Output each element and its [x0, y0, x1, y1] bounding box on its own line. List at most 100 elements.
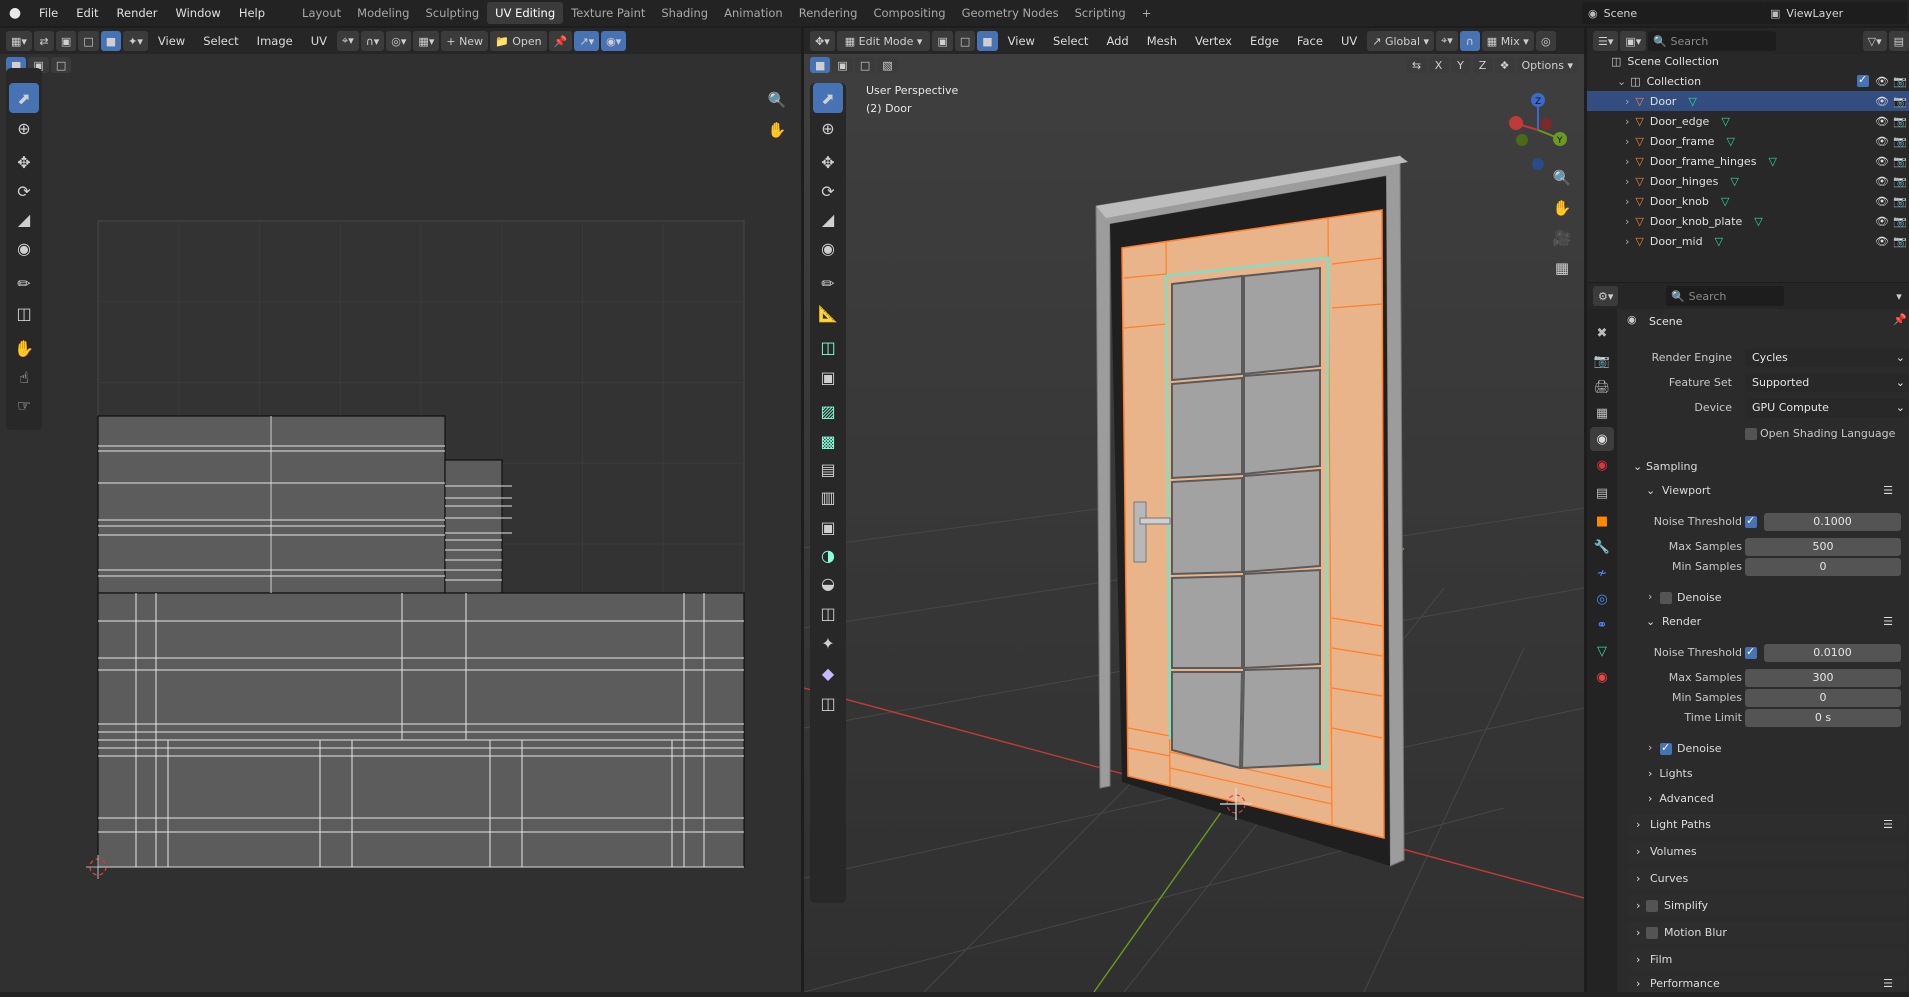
camera-icon[interactable]: 📷 [1893, 75, 1907, 88]
viewport-denoise-checkbox[interactable] [1660, 592, 1672, 604]
chevron-right-icon[interactable]: › [1648, 741, 1652, 754]
mesh-data-icon[interactable]: ▽ [1721, 195, 1729, 208]
lights-subpanel[interactable]: › Lights [1648, 767, 1693, 780]
poly-build-tool-icon[interactable]: ▣ [813, 512, 843, 542]
editor-type-icon[interactable]: ☰▾ [1593, 31, 1619, 51]
inset-tool-icon[interactable]: ▨ [813, 396, 843, 426]
proportional-mix-selector[interactable]: ▦ Mix ▾ [1481, 31, 1534, 51]
modifier-tab-icon[interactable]: 🔧 [1590, 535, 1614, 559]
select-box-tool-icon[interactable]: ⬈ [813, 83, 843, 113]
vp-menu-face[interactable]: Face [1289, 34, 1331, 48]
list-icon[interactable]: ☰ [1883, 976, 1893, 992]
scene-tab-icon[interactable]: ◉ [1590, 427, 1614, 451]
pan-hand-icon[interactable]: ✋ [1548, 194, 1576, 222]
move-tool-icon[interactable]: ✥ [813, 147, 843, 177]
viewport-max-samples-field[interactable]: 500 [1745, 538, 1901, 556]
viewport-noise-threshold-checkbox[interactable] [1745, 514, 1757, 528]
vp-menu-add[interactable]: Add [1098, 34, 1136, 48]
scale-tool-icon[interactable]: ◢ [813, 204, 843, 234]
properties-search-input[interactable]: 🔍 Search [1666, 286, 1785, 306]
outliner-row[interactable]: › ▽ Door_knob_plate ▽ 👁 📷 [1587, 211, 1909, 231]
menu-edit[interactable]: Edit [67, 0, 107, 26]
outliner-row[interactable]: › ▽ Door_knob ▽ 👁 📷 [1587, 191, 1909, 211]
scene-selector[interactable]: ◉ Scene [1582, 2, 1765, 24]
particles-tab-icon[interactable]: ≁ [1590, 561, 1614, 585]
annotate-tool-icon[interactable]: ✏ [813, 268, 843, 298]
mode-selector[interactable]: ▦ Edit Mode ▾ [836, 31, 931, 51]
transform-tool-icon[interactable]: ◉ [813, 233, 843, 263]
chevron-right-icon[interactable]: › [1625, 195, 1629, 208]
render-engine-select[interactable]: Cycles ⌄ [1745, 349, 1909, 367]
mirror-icon[interactable]: ⇆ [1406, 57, 1427, 73]
simplify-checkbox[interactable] [1646, 900, 1658, 912]
tab-shading[interactable]: Shading [653, 2, 716, 24]
add-workspace-button[interactable]: + [1134, 2, 1160, 24]
volumes-panel-header[interactable]: › Volumes [1628, 841, 1907, 863]
chevron-right-icon[interactable]: › [1625, 235, 1629, 248]
auto-merge-icon[interactable]: ❖ [1494, 57, 1515, 73]
tab-rendering[interactable]: Rendering [791, 2, 866, 24]
material-tab-icon[interactable]: ◉ [1590, 665, 1614, 689]
camera-icon[interactable]: 📷 [1893, 155, 1907, 168]
viewport-noise-threshold-field[interactable]: 0.1000 [1764, 513, 1901, 531]
eye-icon[interactable]: 👁 [1875, 175, 1889, 188]
advanced-subpanel[interactable]: › Advanced [1648, 792, 1714, 805]
render-noise-threshold-field[interactable]: 0.0100 [1764, 644, 1901, 662]
vp-menu-edge[interactable]: Edge [1242, 34, 1287, 48]
eye-icon[interactable]: 👁 [1875, 215, 1889, 228]
tab-scripting[interactable]: Scripting [1067, 2, 1134, 24]
chevron-right-icon[interactable]: › [1625, 95, 1629, 108]
rip-region-tool-icon[interactable]: ◫ [813, 688, 843, 718]
menu-render[interactable]: Render [108, 0, 167, 26]
mirror-z-toggle[interactable]: Z [1472, 57, 1493, 73]
time-limit-field[interactable]: 0 s [1745, 709, 1901, 727]
eye-icon[interactable]: 👁 [1875, 155, 1889, 168]
camera-icon[interactable]: 📷 [1893, 95, 1907, 108]
chevron-right-icon[interactable]: › [1625, 175, 1629, 188]
mesh-data-icon[interactable]: ▽ [1715, 235, 1723, 248]
vp-menu-mesh[interactable]: Mesh [1139, 34, 1185, 48]
editor-type-icon[interactable]: ✥▾ [810, 31, 835, 51]
mirror-y-toggle[interactable]: Y [1450, 57, 1471, 73]
uv-canvas[interactable] [0, 28, 801, 992]
outliner-row[interactable]: › ▽ Door_edge ▽ 👁 📷 [1587, 111, 1909, 131]
collection-row[interactable]: ⌄ ◫ Collection 👁 📷 [1587, 71, 1909, 91]
viewport-min-samples-field[interactable]: 0 [1745, 558, 1901, 576]
device-select[interactable]: GPU Compute ⌄ [1745, 399, 1909, 417]
eye-icon[interactable]: 👁 [1875, 95, 1889, 108]
eye-icon[interactable]: 👁 [1875, 235, 1889, 248]
camera-icon[interactable]: 📷 [1893, 235, 1907, 248]
render-noise-threshold-checkbox[interactable] [1745, 645, 1757, 659]
measure-tool-icon[interactable]: 📐 [813, 298, 843, 328]
pivot-icon[interactable]: ⌖▾ [1436, 31, 1458, 51]
chevron-right-icon[interactable]: › [1625, 115, 1629, 128]
outliner-row[interactable]: › ▽ Door ▽ 👁 📷 [1587, 91, 1909, 111]
chevron-right-icon[interactable]: › [1625, 155, 1629, 168]
constraints-tab-icon[interactable]: ⚭ [1590, 613, 1614, 637]
eye-icon[interactable]: 👁 [1875, 115, 1889, 128]
curves-panel-header[interactable]: › Curves [1628, 868, 1907, 890]
mesh-data-icon[interactable]: ▽ [1730, 175, 1738, 188]
eye-icon[interactable]: 👁 [1875, 135, 1889, 148]
mesh-data-icon[interactable]: ▽ [1768, 155, 1776, 168]
shrink-fatten-tool-icon[interactable]: ✦ [813, 628, 843, 658]
mesh-data-icon[interactable]: ▽ [1754, 215, 1762, 228]
edge-select-icon[interactable]: □ [954, 31, 976, 51]
light-paths-panel-header[interactable]: › Light Paths ☰ [1628, 814, 1907, 836]
rotate-tool-icon[interactable]: ⟳ [813, 176, 843, 206]
shear-tool-icon[interactable]: ◆ [813, 658, 843, 688]
camera-icon[interactable]: 📷 [1893, 175, 1907, 188]
viewport-subpanel-header[interactable]: ⌄ Viewport ☰ [1640, 480, 1907, 502]
simplify-panel-header[interactable]: › Simplify [1628, 895, 1907, 917]
list-icon[interactable]: ☰ [1883, 611, 1893, 633]
navigation-gizmo[interactable]: Z Y [1492, 86, 1582, 176]
camera-icon[interactable]: 📷 [1893, 115, 1907, 128]
camera-icon[interactable]: 📷 [1893, 195, 1907, 208]
menu-file[interactable]: File [30, 0, 67, 26]
viewlayer-selector[interactable]: ▣ ViewLayer [1764, 2, 1907, 24]
smooth-tool-icon[interactable]: ◒ [813, 568, 843, 598]
render-subpanel-header[interactable]: ⌄ Render ☰ [1640, 611, 1907, 633]
vp-menu-vertex[interactable]: Vertex [1187, 34, 1240, 48]
render-min-samples-field[interactable]: 0 [1745, 689, 1901, 707]
edge-slide-tool-icon[interactable]: ◫ [813, 598, 843, 628]
